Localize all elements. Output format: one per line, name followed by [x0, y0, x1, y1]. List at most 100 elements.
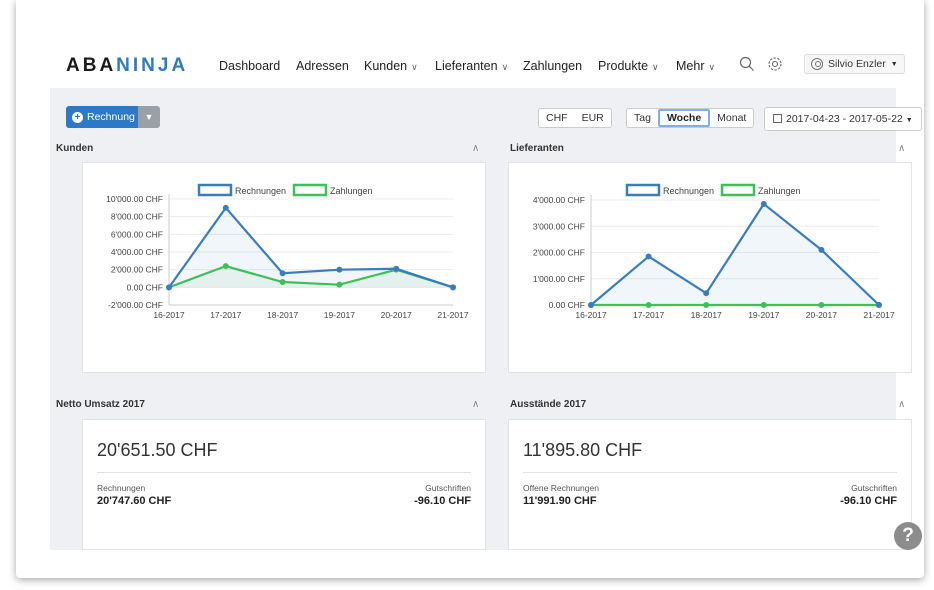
plus-circle-icon: +	[72, 111, 83, 123]
avatar-icon	[811, 58, 823, 70]
x-tick-label: 16-2017	[153, 310, 184, 320]
offene-rechnungen-label: Offene Rechnungen	[523, 483, 599, 493]
chevron-up-icon[interactable]: ∧	[472, 143, 479, 154]
period-woche[interactable]: Woche	[657, 109, 711, 127]
chevron-up-icon[interactable]: ∧	[472, 399, 479, 410]
data-point	[279, 279, 286, 286]
period-monat[interactable]: Monat	[710, 109, 753, 127]
period-tag[interactable]: Tag	[627, 109, 658, 127]
legend-label: Zahlungen	[330, 186, 373, 196]
new-invoice-dropdown-toggle[interactable]: ▼	[138, 106, 160, 128]
netto-gutschriften-label: Gutschriften	[425, 483, 471, 493]
date-range-picker[interactable]: 2017-04-23 - 2017-05-22 ▼	[764, 107, 922, 131]
legend-swatch	[197, 183, 233, 197]
y-tick-label: 8'000.00 CHF	[111, 212, 163, 222]
data-point	[760, 302, 767, 308]
data-point	[336, 281, 343, 288]
nav-lieferanten[interactable]: Lieferanten ∨	[435, 59, 508, 73]
legend-label: Rechnungen	[235, 186, 286, 196]
ausstaende-gutschriften-value: -96.10 CHF	[840, 495, 897, 507]
new-invoice-button[interactable]: + Rechnung	[66, 106, 143, 128]
x-tick-label: 17-2017	[633, 310, 664, 320]
panel-title-kunden: Kunden	[56, 143, 94, 154]
legend-label: Zahlungen	[758, 186, 801, 196]
x-tick-label: 21-2017	[437, 310, 468, 320]
x-tick-label: 17-2017	[210, 310, 241, 320]
data-point	[818, 302, 825, 308]
app-window: ABANINJA Dashboard Adressen Kunden ∨ Lief…	[16, 0, 924, 578]
y-tick-label: 6'000.00 CHF	[111, 229, 163, 239]
user-menu-button[interactable]: Silvio Enzler ▼	[804, 54, 905, 74]
help-button[interactable]: ?	[894, 522, 922, 550]
abaninja-logo[interactable]: ABANINJA	[66, 55, 188, 77]
chevron-down-icon: ∨	[708, 62, 716, 72]
offene-rechnungen-value: 11'991.90 CHF	[523, 495, 597, 507]
data-point	[393, 265, 400, 272]
netto-rechnungen-value: 20'747.60 CHF	[97, 495, 172, 507]
data-point	[450, 284, 456, 291]
legend-swatch	[625, 183, 661, 197]
y-tick-label: 2'000.00 CHF	[111, 265, 163, 275]
nav-dashboard[interactable]: Dashboard	[219, 59, 280, 73]
chart-card-lieferanten: Rechnungen Zahlungen 4'000.00 CHF 3'000.00 …	[508, 162, 912, 373]
x-tick-label: 18-2017	[691, 310, 722, 320]
netto-total: 20'651.50 CHF	[97, 440, 218, 460]
nav-adressen[interactable]: Adressen	[296, 59, 349, 73]
y-tick-label: 0.00 CHF	[549, 300, 585, 310]
nav-produkte[interactable]: Produkte ∨	[598, 59, 659, 73]
chevron-down-icon: ∨	[501, 62, 509, 72]
data-point	[588, 302, 594, 308]
divider	[97, 472, 471, 473]
x-tick-label: 16-2017	[575, 310, 606, 320]
chevron-down-icon: ∨	[652, 62, 659, 72]
nav-kunden[interactable]: Kunden ∨	[364, 59, 418, 73]
chart-legend: Rechnungen Zahlungen	[197, 183, 373, 197]
chevron-up-icon[interactable]: ∧	[898, 399, 905, 410]
data-point	[279, 270, 286, 277]
netto-rechnungen-label: Rechnungen	[97, 483, 146, 493]
period-toggle: Tag Woche Monat	[626, 108, 755, 128]
data-point	[222, 204, 229, 211]
y-tick-label: 1'000.00 CHF	[533, 274, 585, 284]
nav-zahlungen[interactable]: Zahlungen	[523, 59, 582, 73]
data-point	[645, 302, 652, 308]
x-tick-label: 20-2017	[806, 310, 837, 320]
x-tick-label: 19-2017	[324, 310, 355, 320]
data-point	[222, 263, 229, 270]
user-name: Silvio Enzler	[828, 58, 886, 70]
data-point	[703, 302, 710, 308]
nav-mehr[interactable]: Mehr ∨	[676, 59, 715, 73]
dashboard-content: + Rechnung ▼ CHF EUR Tag Woche Monat 201…	[50, 88, 922, 550]
y-tick-label: 0.00 CHF	[127, 282, 163, 292]
card-ausstaende: 11'895.80 CHF Offene Rechnungen 11'991.9…	[508, 419, 912, 550]
y-tick-label: 4'000.00 CHF	[533, 195, 585, 205]
y-tick-label: 4'000.00 CHF	[111, 247, 163, 257]
currency-toggle: CHF EUR	[538, 108, 612, 128]
caret-down-icon: ▼	[890, 60, 898, 68]
panel-title-ausstaende: Ausstände 2017	[510, 399, 587, 410]
y-tick-label: -2'000.00 CHF	[108, 300, 163, 310]
currency-eur[interactable]: EUR	[575, 109, 611, 127]
legend-swatch	[292, 183, 328, 197]
gear-icon[interactable]	[766, 55, 784, 73]
data-point	[760, 200, 767, 207]
currency-chf[interactable]: CHF	[539, 109, 575, 127]
kunden-line-chart: Rechnungen Zahlungen 10'000.00 CHF 8'000.00…	[106, 183, 469, 320]
x-tick-label: 21-2017	[863, 310, 894, 320]
caret-down-icon: ▼	[144, 112, 154, 122]
data-point	[336, 266, 343, 273]
chevron-up-icon[interactable]: ∧	[898, 143, 905, 154]
legend-swatch	[720, 183, 756, 197]
y-tick-label: 2'000.00 CHF	[533, 248, 585, 258]
y-tick-label: 3'000.00 CHF	[533, 221, 585, 231]
chevron-down-icon: ∨	[411, 62, 418, 72]
card-netto-umsatz: 20'651.50 CHF Rechnungen 20'747.60 CHF G…	[82, 419, 486, 550]
data-point	[876, 302, 882, 308]
data-point	[703, 290, 710, 297]
data-point	[645, 253, 652, 260]
ausstaende-total: 11'895.80 CHF	[523, 440, 643, 460]
chart-legend: Rechnungen Zahlungen	[625, 183, 801, 197]
divider	[523, 472, 897, 473]
y-tick-label: 10'000.00 CHF	[106, 194, 163, 204]
search-icon[interactable]	[738, 55, 756, 73]
